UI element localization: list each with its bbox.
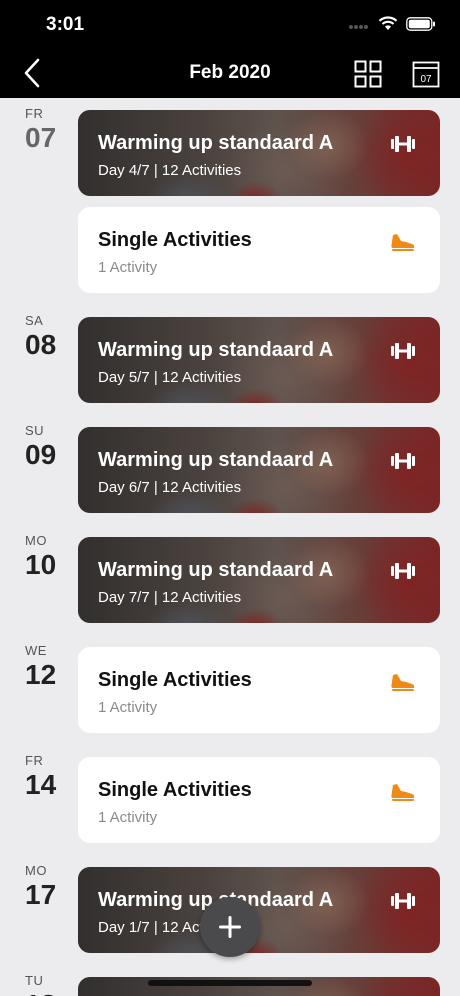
day-label: WE 12 xyxy=(25,643,56,691)
page-title: Feb 2020 xyxy=(189,62,271,83)
day-label: SU 09 xyxy=(25,423,56,471)
card-title: Single Activities xyxy=(98,229,252,251)
day-label: MO 10 xyxy=(25,533,56,581)
add-button[interactable] xyxy=(200,897,260,957)
single-activity-card[interactable]: Single Activities 1 Activity xyxy=(78,647,440,733)
card-subtitle: 1 Activity xyxy=(98,699,158,716)
day-of-week: SU xyxy=(25,423,45,438)
workout-card[interactable]: Warming up standaard A Day 6/7 | 12 Acti… xyxy=(78,427,440,513)
day-label: MO 17 xyxy=(25,863,56,911)
single-activity-card[interactable]: Single Activities 1 Activity xyxy=(78,207,440,293)
dumbbell-icon xyxy=(391,136,415,152)
plus-icon xyxy=(219,916,241,938)
day-of-week: WE xyxy=(25,643,47,658)
day-of-week: MO xyxy=(25,533,47,548)
home-indicator xyxy=(148,980,312,986)
card-title: Warming up standaard A xyxy=(98,339,334,361)
card-title: Single Activities xyxy=(98,669,252,691)
sneaker-icon xyxy=(391,674,415,691)
day-of-week: SA xyxy=(25,313,44,328)
dumbbell-icon xyxy=(391,893,415,909)
day-number: 10 xyxy=(25,549,57,580)
sneaker-icon xyxy=(391,784,415,801)
day-label: FR 14 xyxy=(25,753,56,801)
day-label: SA 08 xyxy=(25,313,56,361)
card-title: Single Activities xyxy=(98,779,252,801)
card-subtitle: 1 Activity xyxy=(98,259,158,276)
day-of-week: TU xyxy=(25,973,44,988)
card-subtitle: Day 7/7 | 12 Activities xyxy=(98,589,242,606)
day-label: TU 18 xyxy=(25,973,56,996)
workout-card[interactable]: Warming up standaard A Day 5/7 | 12 Acti… xyxy=(78,317,440,403)
day-number: 07 xyxy=(25,122,57,153)
card-title: Warming up standaard A xyxy=(98,559,334,581)
day-of-week: MO xyxy=(25,863,47,878)
day-number: 12 xyxy=(25,659,57,690)
wifi-icon xyxy=(378,16,398,30)
day-of-week: FR xyxy=(25,753,44,768)
day-of-week: FR xyxy=(25,106,44,121)
single-activity-card[interactable]: Single Activities 1 Activity xyxy=(78,757,440,843)
workout-card[interactable]: Warming up standaard A Day 1/7 | 12 Acti… xyxy=(78,867,440,953)
dumbbell-icon xyxy=(391,453,415,469)
card-subtitle: Day 5/7 | 12 Activities xyxy=(98,369,242,386)
grid-view-icon[interactable] xyxy=(354,60,382,88)
calendar-day-text: 07 xyxy=(420,74,432,85)
status-time: 3:01 xyxy=(46,14,85,35)
day-label: FR 07 xyxy=(25,106,56,154)
day-number: 18 xyxy=(25,989,56,996)
workout-card[interactable]: Warming up standaard A Day 7/7 | 12 Acti… xyxy=(78,537,440,623)
sneaker-icon xyxy=(391,234,415,251)
status-bar: 3:01 xyxy=(0,0,460,48)
signal-icon xyxy=(349,24,368,29)
day-number: 08 xyxy=(25,329,57,360)
status-indicators xyxy=(348,16,436,31)
card-title: Warming up standaard A xyxy=(98,132,334,154)
day-number: 09 xyxy=(25,439,57,470)
card-subtitle: Day 6/7 | 12 Activities xyxy=(98,479,242,496)
navigation-bar: Feb 2020 07 xyxy=(0,48,460,98)
day-number: 17 xyxy=(25,879,57,910)
day-number: 14 xyxy=(25,769,57,800)
dumbbell-icon xyxy=(391,343,415,359)
card-title: Warming up standaard A xyxy=(98,449,334,471)
calendar-icon[interactable]: 07 xyxy=(412,60,440,88)
dumbbell-icon xyxy=(391,563,415,579)
card-subtitle: Day 4/7 | 12 Activities xyxy=(98,162,242,179)
battery-icon xyxy=(406,16,435,31)
card-subtitle: 1 Activity xyxy=(98,809,158,826)
workout-card[interactable]: Warming up standaard A Day 4/7 | 12 Acti… xyxy=(78,110,440,196)
